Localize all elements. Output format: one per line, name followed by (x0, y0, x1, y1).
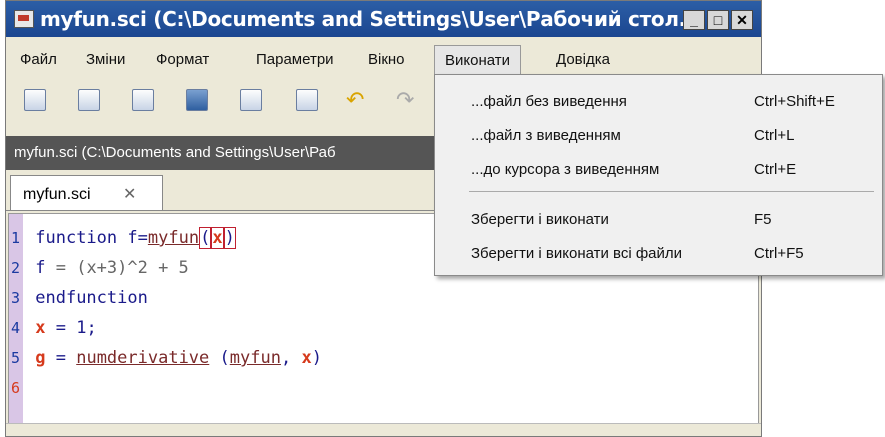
menu-file[interactable]: Файл (20, 51, 57, 68)
line-number: 3 (11, 289, 21, 307)
redo-icon[interactable]: ↷ (396, 89, 418, 111)
menu-item-label: Зберегти і виконати всі файли (471, 245, 683, 262)
code-line: 5 g = numderivative (myfun, x) (11, 348, 322, 378)
minimize-button[interactable]: _ (683, 10, 705, 30)
menu-item-shortcut: Ctrl+Shift+E (754, 93, 835, 110)
tab-myfun[interactable]: myfun.sci ✕ (10, 175, 163, 210)
code-line: 1 function f=myfun(x) (11, 227, 236, 258)
line-number: 5 (11, 349, 21, 367)
menu-bar: Файл Зміни Формат Параметри Вікно Викона… (6, 45, 761, 75)
open-file-icon[interactable] (78, 89, 100, 111)
code-text: ( (209, 348, 230, 368)
menu-options[interactable]: Параметри (256, 51, 334, 68)
menu-item-label: ...до курсора з виведенням (471, 161, 660, 178)
tab-label: myfun.sci (23, 186, 91, 203)
function-name: myfun (229, 348, 281, 368)
code-text: = (45, 348, 77, 368)
code-text: ) (311, 348, 322, 368)
menu-item-save-execute-all[interactable]: Зберегти і виконати всі файли Ctrl+F5 (435, 237, 882, 271)
menu-item-file-no-echo[interactable]: ...файл без виведення Ctrl+Shift+E (435, 85, 882, 119)
line-number: 6 (11, 379, 21, 397)
print-icon[interactable] (296, 89, 318, 111)
keyword: endfunction (35, 288, 148, 308)
maximize-button[interactable]: □ (707, 10, 729, 30)
menu-item-shortcut: Ctrl+E (754, 161, 797, 178)
new-file-icon[interactable] (24, 89, 46, 111)
menu-execute[interactable]: Виконати (434, 45, 522, 75)
keyword: function (35, 228, 118, 248)
paren-highlight: ( (199, 227, 212, 249)
menu-item-file-with-echo[interactable]: ...файл з виведенням Ctrl+L (435, 119, 882, 153)
line-number: 2 (11, 259, 21, 277)
function-name: myfun (147, 228, 200, 248)
code-text: = 1; (45, 318, 97, 338)
save-icon[interactable] (132, 89, 154, 111)
undo-icon[interactable]: ↶ (346, 89, 368, 111)
code-text: , (280, 348, 302, 368)
menu-format[interactable]: Формат (156, 51, 209, 68)
code-line: 3 endfunction (11, 288, 148, 318)
variable: f (35, 258, 46, 278)
menu-item-until-cursor[interactable]: ...до курсора з виведенням Ctrl+E (435, 153, 882, 187)
window-title: myfun.sci (C:\Documents and Settings\Use… (40, 7, 701, 31)
variable: g (35, 348, 46, 368)
menu-item-label: Зберегти і виконати (471, 211, 609, 228)
function-name: numderivative (76, 348, 210, 368)
status-bar (6, 423, 761, 436)
execute-menu-dropdown: ...файл без виведення Ctrl+Shift+E ...фа… (434, 74, 883, 276)
code-line: 6 (11, 378, 25, 408)
print-preview-icon[interactable] (240, 89, 262, 111)
param-highlight: x (211, 227, 224, 249)
close-tab-icon[interactable]: ✕ (123, 184, 136, 204)
menu-item-save-execute[interactable]: Зберегти і виконати F5 (435, 203, 882, 237)
code-text: = (x+3)^2 + 5 (45, 258, 189, 278)
variable: x (301, 348, 312, 368)
title-bar[interactable]: myfun.sci (C:\Documents and Settings\Use… (6, 1, 761, 37)
menu-window[interactable]: Вікно (368, 51, 405, 68)
line-number: 4 (11, 319, 21, 337)
code-text: f= (127, 228, 148, 248)
code-line: 2 f = (x+3)^2 + 5 (11, 258, 189, 288)
line-number: 1 (11, 229, 21, 247)
menu-item-shortcut: Ctrl+L (754, 127, 795, 144)
app-icon (14, 10, 34, 28)
save-as-icon[interactable] (186, 89, 208, 111)
variable: x (35, 318, 46, 338)
close-button[interactable]: ✕ (731, 10, 753, 30)
menu-item-label: ...файл з виведенням (471, 127, 621, 144)
menu-item-label: ...файл без виведення (471, 93, 627, 110)
code-line: 4 x = 1; (11, 318, 97, 348)
menu-help[interactable]: Довідка (556, 51, 610, 68)
menu-item-shortcut: F5 (754, 211, 772, 228)
menu-item-shortcut: Ctrl+F5 (754, 245, 804, 262)
paren-highlight: ) (223, 227, 236, 249)
menu-edit[interactable]: Зміни (86, 51, 125, 68)
menu-separator (469, 191, 874, 192)
